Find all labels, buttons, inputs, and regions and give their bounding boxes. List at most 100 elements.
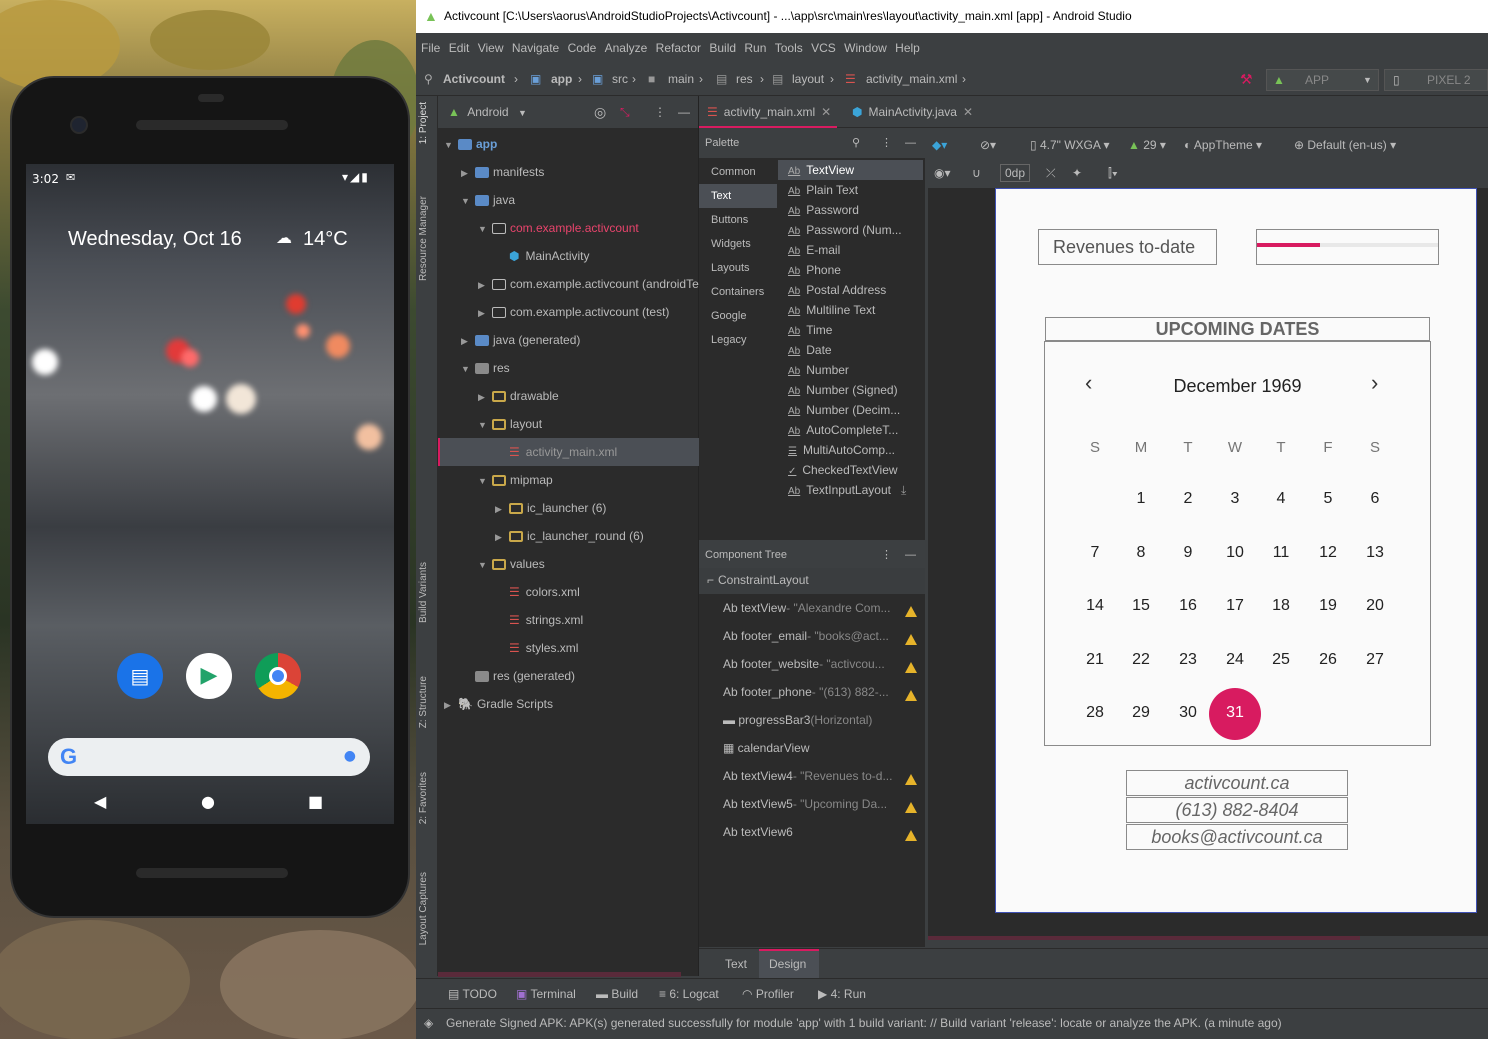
palette-category-buttons[interactable]: Buttons	[699, 208, 777, 232]
calendar-day[interactable]: 16	[1168, 597, 1208, 615]
terminal-button[interactable]: ▣ Terminal	[516, 987, 576, 1001]
home-button-icon[interactable]: ●	[201, 792, 215, 811]
calendar-day[interactable]: 20	[1355, 597, 1395, 615]
tree-item-mipmap[interactable]: ▼ mipmap	[478, 466, 553, 494]
palette-category-widgets[interactable]: Widgets	[699, 232, 777, 256]
calendar-day[interactable]: 2	[1168, 490, 1208, 508]
calendar-day[interactable]: 14	[1075, 597, 1115, 615]
build-button[interactable]: ▬ Build	[596, 987, 638, 1001]
palette-item[interactable]: Ab TextInputLayout ⤓	[788, 480, 906, 500]
warning-icon[interactable]	[905, 634, 917, 645]
menu-refactor[interactable]: Refactor	[656, 41, 701, 55]
messages-app-icon[interactable]: ▤	[117, 653, 163, 699]
calendar-day[interactable]: 19	[1308, 597, 1348, 615]
google-search-bar[interactable]: G ●	[48, 738, 370, 776]
palette-category-common[interactable]: Common	[699, 160, 777, 184]
close-icon[interactable]: ✕	[821, 105, 831, 119]
structure-tab[interactable]: Z: Structure	[418, 676, 429, 728]
search-icon[interactable]: ⚲	[852, 128, 860, 158]
todo-button[interactable]: ▤ TODO	[448, 987, 497, 1001]
recents-button-icon[interactable]: ■	[308, 792, 323, 811]
breadcrumb-main[interactable]: main	[668, 63, 694, 96]
clear-constraints-icon[interactable]: ⤫	[1046, 159, 1056, 187]
view-options-icon[interactable]: ◉▾	[934, 159, 951, 187]
component-item[interactable]: ▦ calendarView	[723, 734, 810, 762]
revenues-label[interactable]: Revenues to-date	[1038, 229, 1217, 265]
palette-item[interactable]: Ab Date	[788, 340, 832, 360]
calendar-day[interactable]: 7	[1075, 544, 1115, 562]
layout-captures-tab[interactable]: Layout Captures	[418, 872, 429, 945]
calendar-day[interactable]: 12	[1308, 544, 1348, 562]
palette-item[interactable]: Ab Multiline Text	[788, 300, 875, 320]
upcoming-dates-heading[interactable]: UPCOMING DATES	[1045, 317, 1430, 341]
warning-icon[interactable]	[905, 690, 917, 701]
breadcrumb-app[interactable]: app	[551, 63, 572, 96]
more-options-icon[interactable]: ⋮	[881, 542, 892, 568]
tree-item-ic-launcher[interactable]: ▶ ic_launcher (6)	[495, 494, 606, 522]
theme-selector[interactable]: ◐ AppTheme ▾	[1184, 131, 1262, 159]
menu-tools[interactable]: Tools	[775, 41, 803, 55]
breadcrumb-layout[interactable]: layout	[792, 63, 824, 96]
component-item[interactable]: Ab textView4- "Revenues to-d...	[723, 762, 892, 790]
more-options-icon[interactable]: ⋮	[654, 96, 666, 128]
locale-selector[interactable]: ⊕ Default (en-us) ▾	[1294, 131, 1396, 159]
device-dropdown[interactable]: ▯ PIXEL 2	[1384, 69, 1488, 91]
favorites-tab[interactable]: 2: Favorites	[418, 772, 429, 824]
play-store-icon[interactable]: ▶	[186, 653, 232, 699]
calendar-day[interactable]: 4	[1261, 490, 1301, 508]
breadcrumb-file[interactable]: activity_main.xml	[866, 63, 957, 96]
phone-screen[interactable]: 3:02 ✉ ▾◢▮ Wednesday, Oct 16 ☁ 14°C ▤ ▶ …	[26, 164, 394, 824]
palette-category-layouts[interactable]: Layouts	[699, 256, 777, 280]
calendar-day[interactable]: 5	[1308, 490, 1348, 508]
api-selector[interactable]: ▲ 29 ▾	[1128, 131, 1166, 159]
tab-mainactivity[interactable]: ⬢ MainActivity.java ✕	[852, 96, 973, 128]
menu-build[interactable]: Build	[709, 41, 736, 55]
calendar-day[interactable]: 25	[1261, 651, 1301, 669]
palette-item[interactable]: Ab Password	[788, 200, 859, 220]
warning-icon[interactable]	[905, 662, 917, 673]
chevron-down-icon[interactable]: ▼	[518, 108, 527, 118]
close-icon[interactable]: ✕	[963, 105, 973, 119]
component-item[interactable]: Ab footer_website- "activcou...	[723, 650, 885, 678]
menu-edit[interactable]: Edit	[449, 41, 470, 55]
footer-phone[interactable]: (613) 882-8404	[1126, 797, 1348, 823]
palette-category-legacy[interactable]: Legacy	[699, 328, 777, 352]
palette-item[interactable]: Ab Time	[788, 320, 832, 340]
calendar-day[interactable]: 3	[1215, 490, 1255, 508]
calendar-day[interactable]: 10	[1215, 544, 1255, 562]
run-button[interactable]: ▶ 4: Run	[818, 987, 866, 1001]
menu-run[interactable]: Run	[744, 41, 766, 55]
minimize-icon[interactable]: —	[905, 128, 916, 158]
tree-item-package-androidtest[interactable]: ▶ com.example.activcount (androidTe	[478, 270, 699, 298]
tree-item-ic-launcher-round[interactable]: ▶ ic_launcher_round (6)	[495, 522, 644, 550]
tree-item-package[interactable]: ▼ com.example.activcount	[478, 214, 639, 242]
tab-text[interactable]: Text	[725, 957, 747, 971]
tree-item-layout[interactable]: ▼ layout	[478, 410, 542, 438]
project-tool-tab[interactable]: 1: Project	[418, 102, 429, 144]
default-margin-selector[interactable]: 0dp	[1000, 164, 1031, 182]
tree-item-res-generated[interactable]: res (generated)	[475, 662, 575, 690]
component-constraintlayout[interactable]: ⌐ ConstraintLayout	[707, 566, 809, 594]
component-item[interactable]: Ab footer_email- "books@act...	[723, 622, 889, 650]
calendar-day[interactable]: 29	[1121, 704, 1161, 722]
calendar-day[interactable]: 31	[1215, 704, 1255, 722]
palette-item[interactable]: ☰ MultiAutoComp...	[788, 440, 895, 460]
run-config-dropdown[interactable]: ▲ APP ▼	[1266, 69, 1379, 91]
breadcrumb-res[interactable]: res	[736, 63, 753, 96]
download-icon[interactable]: ⤓	[901, 483, 906, 497]
minimize-icon[interactable]: —	[678, 96, 690, 128]
palette-item[interactable]: Ab E-mail	[788, 240, 840, 260]
tree-item-java-generated[interactable]: ▶ java (generated)	[461, 326, 580, 354]
component-item[interactable]: Ab textView5- "Upcoming Da...	[723, 790, 887, 818]
calendar-day[interactable]: 11	[1261, 544, 1301, 562]
tree-item-package-test[interactable]: ▶ com.example.activcount (test)	[478, 298, 669, 326]
component-item[interactable]: Ab textView- "Alexandre Com...	[723, 594, 890, 622]
palette-item[interactable]: Ab TextView	[788, 160, 854, 180]
target-icon[interactable]: ◎	[594, 96, 606, 128]
warning-icon[interactable]	[905, 802, 917, 813]
infer-constraints-icon[interactable]: ✦	[1072, 159, 1082, 187]
palette-item[interactable]: Ab Password (Num...	[788, 220, 902, 240]
calendar-day[interactable]: 17	[1215, 597, 1255, 615]
tab-activity-main[interactable]: ☰ activity_main.xml ✕	[707, 96, 831, 128]
chevron-right-icon[interactable]: ›	[1371, 370, 1378, 396]
